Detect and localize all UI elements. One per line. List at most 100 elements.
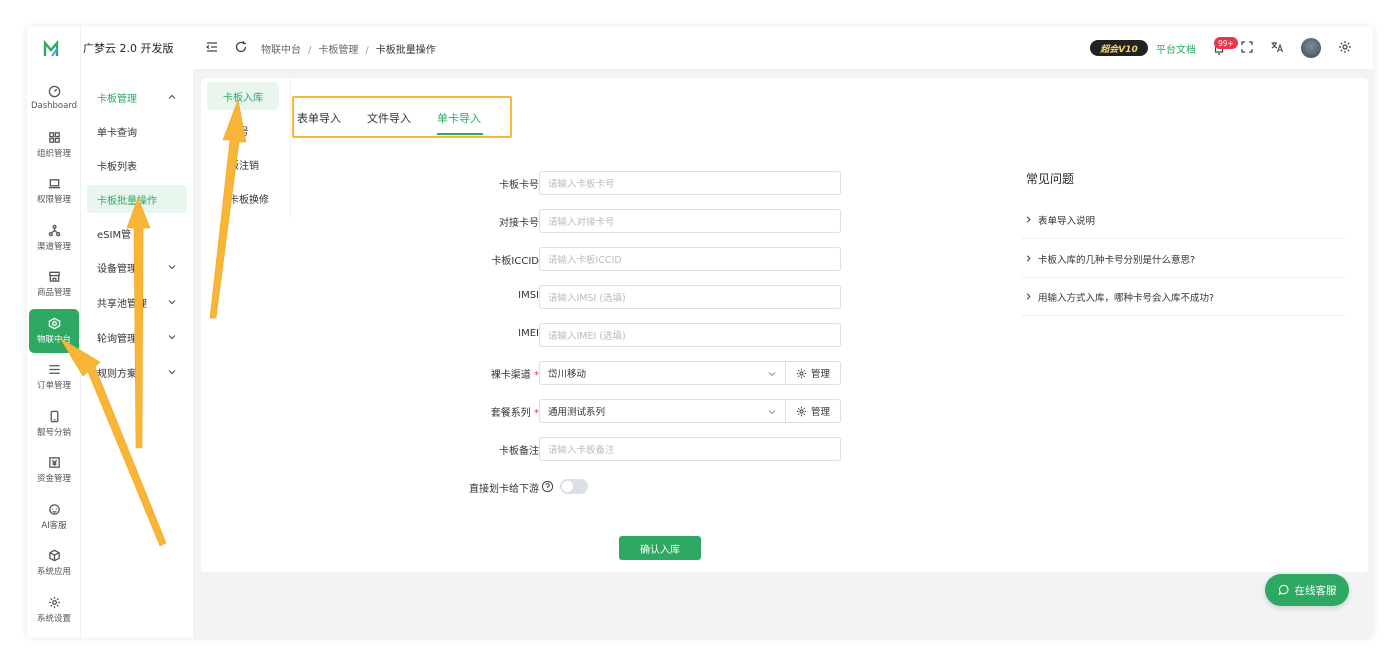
submenu: 卡板管理 单卡查询 卡板列表 卡板批量操作 eSIM管 设备管理 共享池管理 轮… bbox=[81, 70, 194, 638]
rail-item-channel[interactable]: 渠道管理 bbox=[29, 216, 79, 260]
channel-select[interactable]: 岱川移动 bbox=[539, 361, 786, 385]
submenu-item-label: 卡板批量操作 bbox=[97, 195, 157, 207]
field-row-imei: IMEI 请输入IMEI (选填) bbox=[434, 323, 854, 347]
ai-icon bbox=[48, 504, 60, 515]
faq-item-label: 表单导入说明 bbox=[1038, 215, 1096, 227]
confirm-inbound-button[interactable]: 确认入库 bbox=[619, 536, 701, 560]
optab-card-number[interactable]: 卡号 bbox=[207, 116, 279, 144]
faq-item[interactable]: 用输入方式入库，哪种卡号会入库不成功? bbox=[1021, 278, 1345, 316]
submenu-item-rules[interactable]: 规则方案 bbox=[87, 358, 187, 386]
breadcrumb-separator: / bbox=[365, 45, 369, 56]
submenu-item-label: 轮询管理 bbox=[97, 333, 137, 345]
field-row-series: 套餐系列 * 通用测试系列 管理 bbox=[434, 399, 854, 423]
dock-number-input[interactable]: 请输入对接卡号 bbox=[539, 209, 841, 233]
series-manage-button[interactable]: 管理 bbox=[785, 399, 841, 423]
series-select[interactable]: 通用测试系列 bbox=[539, 399, 786, 423]
submenu-item-esim[interactable]: eSIM管 bbox=[87, 219, 187, 247]
settings-gear-icon[interactable] bbox=[1338, 40, 1352, 54]
iccid-input[interactable]: 请输入卡板ICCID bbox=[539, 247, 841, 271]
top-bar: 物联中台 / 卡板管理 / 卡板批量操作 超会V10 平台文档 99+ bbox=[194, 26, 1373, 70]
icon-rail: Dashboard 组织管理 权限管理 渠道管理 商品管理 物联中台 订单管理 bbox=[27, 26, 81, 638]
submenu-item-single-query[interactable]: 单卡查询 bbox=[87, 117, 187, 145]
submenu-item-label: 单卡查询 bbox=[97, 127, 137, 139]
rail-label: Dashboard bbox=[30, 101, 78, 111]
vip-badge[interactable]: 超会V10 bbox=[1090, 40, 1148, 56]
submenu-item-card-list[interactable]: 卡板列表 bbox=[87, 151, 187, 179]
manage-label: 管理 bbox=[810, 369, 830, 380]
remark-input[interactable]: 请输入卡板备注 bbox=[539, 437, 841, 461]
submenu-item-devices[interactable]: 设备管理 bbox=[87, 253, 187, 281]
optab-card-inbound[interactable]: 卡板入库 bbox=[207, 82, 279, 110]
select-value: 岱川移动 bbox=[548, 369, 587, 380]
translate-icon[interactable] bbox=[1270, 40, 1284, 54]
direct-assign-switch[interactable] bbox=[560, 479, 588, 494]
tab-file-import[interactable]: 文件导入 bbox=[367, 110, 411, 126]
card-number-input[interactable]: 请输入卡板卡号 bbox=[539, 171, 841, 195]
rail-item-goods[interactable]: 商品管理 bbox=[29, 262, 79, 306]
tab-form-import[interactable]: 表单导入 bbox=[297, 110, 341, 126]
imsi-input[interactable]: 请输入IMSI (选填) bbox=[539, 285, 841, 309]
submenu-item-label: eSIM管 bbox=[97, 229, 132, 241]
platform-docs-link[interactable]: 平台文档 bbox=[1156, 41, 1196, 56]
main-card: 卡板入库 卡号 板注销 卡板换修 表单导入 文件导入 单卡导入 卡板卡号 请输入… bbox=[201, 78, 1368, 572]
field-row-imsi: IMSI 请输入IMSI (选填) bbox=[434, 285, 854, 309]
rail-item-dashboard[interactable]: Dashboard bbox=[29, 76, 79, 120]
field-label: 对接卡号 bbox=[499, 218, 539, 229]
submenu-item-label: 规则方案 bbox=[97, 368, 137, 380]
menu-icon bbox=[48, 365, 60, 374]
field-label-text: 裸卡渠道 bbox=[490, 370, 531, 381]
field-label: IMSI bbox=[518, 290, 539, 301]
chevron-down-icon bbox=[168, 265, 176, 270]
rail-item-org[interactable]: 组织管理 bbox=[29, 123, 79, 167]
faq-item[interactable]: 卡板入库的几种卡号分别是什么意思? bbox=[1021, 240, 1345, 278]
field-label-text: 套餐系列 bbox=[490, 408, 531, 419]
logo-icon bbox=[43, 40, 59, 57]
field-label: 套餐系列 * bbox=[491, 404, 539, 419]
rail-label: 渠道管理 bbox=[36, 242, 71, 252]
yuan-icon bbox=[48, 457, 60, 468]
phone-icon bbox=[50, 410, 58, 423]
input-placeholder: 请输入IMSI (选填) bbox=[548, 293, 626, 304]
faq-item-label: 卡板入库的几种卡号分别是什么意思? bbox=[1038, 254, 1196, 266]
rail-item-numbers[interactable]: 靓号分销 bbox=[29, 402, 79, 446]
rail-item-funds[interactable]: 资金管理 bbox=[29, 448, 79, 492]
rail-item-ai[interactable]: AI客服 bbox=[29, 495, 79, 539]
chevron-up-icon bbox=[168, 94, 176, 99]
input-placeholder: 请输入IMEI (选填) bbox=[548, 331, 626, 342]
submenu-item-label: 卡板列表 bbox=[97, 161, 137, 173]
collapse-menu-icon[interactable] bbox=[205, 40, 219, 54]
optab-card-repair[interactable]: 卡板换修 bbox=[207, 184, 279, 212]
refresh-icon[interactable] bbox=[234, 40, 248, 54]
optab-label: 板注销 bbox=[229, 160, 259, 172]
submenu-group-card[interactable]: 卡板管理 bbox=[87, 83, 187, 111]
rail-item-permission[interactable]: 权限管理 bbox=[29, 169, 79, 213]
tab-single-import[interactable]: 单卡导入 bbox=[437, 110, 481, 126]
rail-label: 系统设置 bbox=[36, 614, 71, 624]
submenu-item-polling[interactable]: 轮询管理 bbox=[87, 323, 187, 351]
submenu-item-pool[interactable]: 共享池管理 bbox=[87, 288, 187, 316]
submenu-item-batch-ops[interactable]: 卡板批量操作 bbox=[87, 185, 187, 213]
rail-item-apps[interactable]: 系统应用 bbox=[29, 541, 79, 585]
rail-item-orders[interactable]: 订单管理 bbox=[29, 355, 79, 399]
breadcrumb-item[interactable]: 物联中台 bbox=[261, 45, 301, 56]
gear-icon bbox=[796, 406, 807, 416]
online-support-button[interactable]: 在线客服 bbox=[1265, 574, 1349, 606]
rail-item-settings[interactable]: 系统设置 bbox=[29, 588, 79, 632]
rail-item-iot[interactable]: 物联中台 bbox=[29, 309, 79, 353]
store-icon bbox=[48, 271, 60, 282]
imei-input[interactable]: 请输入IMEI (选填) bbox=[539, 323, 841, 347]
faq-item[interactable]: 表单导入说明 bbox=[1021, 201, 1345, 239]
field-row-card-number: 卡板卡号 请输入卡板卡号 bbox=[434, 171, 854, 195]
channel-manage-button[interactable]: 管理 bbox=[785, 361, 841, 385]
optab-card-cancel[interactable]: 板注销 bbox=[207, 150, 279, 178]
input-placeholder: 请输入卡板ICCID bbox=[548, 255, 622, 266]
iot-icon bbox=[48, 317, 60, 330]
fullscreen-icon[interactable] bbox=[1240, 40, 1254, 54]
user-avatar[interactable] bbox=[1301, 38, 1321, 58]
breadcrumb-item[interactable]: 卡板管理 bbox=[318, 45, 358, 56]
question-circle-icon[interactable] bbox=[541, 480, 554, 493]
breadcrumb-current: 卡板批量操作 bbox=[375, 45, 436, 56]
rail-label: 商品管理 bbox=[36, 288, 71, 298]
submenu-group-label: 卡板管理 bbox=[97, 93, 137, 105]
rail-label: 资金管理 bbox=[36, 474, 71, 484]
